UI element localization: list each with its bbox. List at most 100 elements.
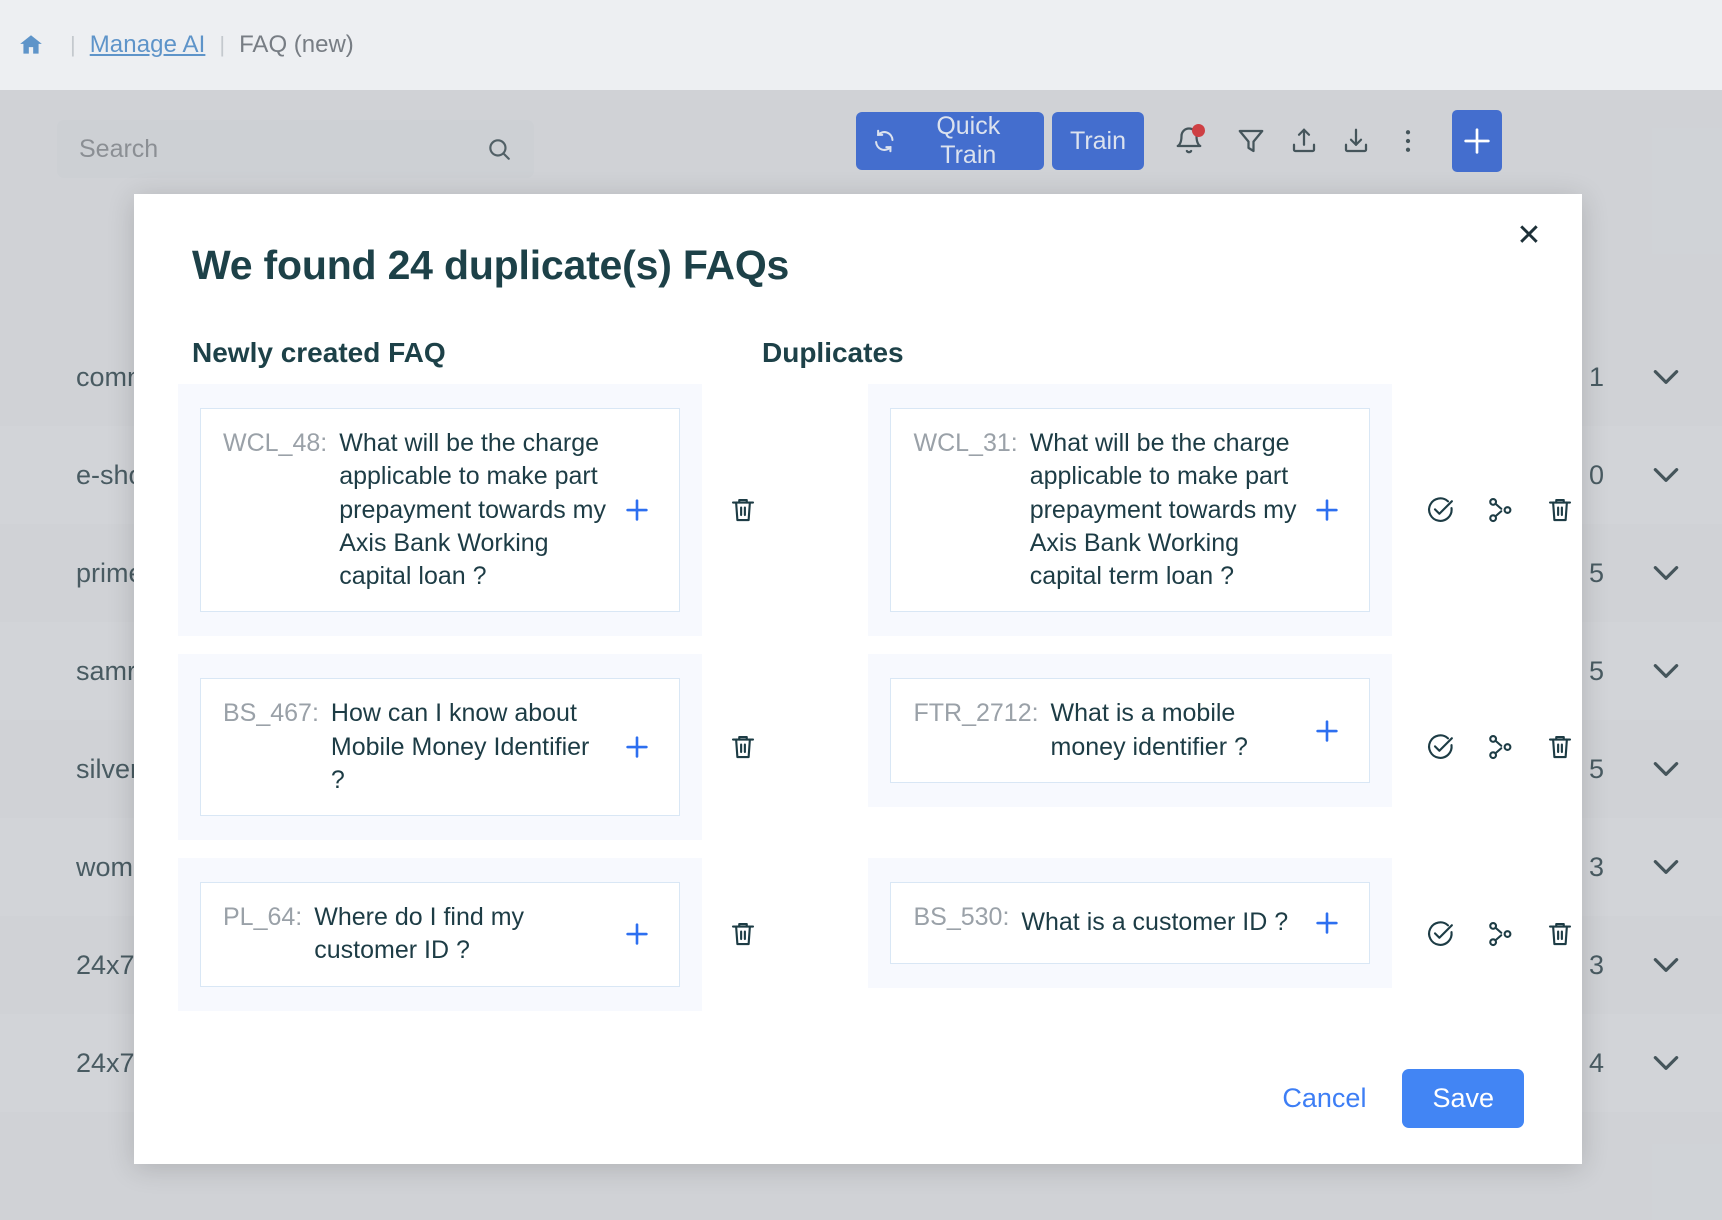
trash-icon[interactable]	[721, 725, 765, 769]
chevron-down-icon[interactable]	[1650, 563, 1682, 583]
breadcrumb-separator-2: |	[219, 32, 226, 57]
duplicate-faq-actions	[1418, 912, 1582, 956]
faq-category-count: 4	[1588, 1047, 1604, 1078]
chevron-down-icon[interactable]	[1650, 1053, 1682, 1073]
duplicate-faq-card: FTR_2712: What is a mobile money identifi…	[868, 654, 1392, 807]
search-placeholder: Search	[79, 134, 159, 163]
search-icon	[486, 136, 512, 162]
check-circle-icon[interactable]	[1418, 912, 1462, 956]
breadcrumb-bar: | Manage AI | FAQ (new)	[0, 0, 1722, 90]
check-circle-icon[interactable]	[1418, 725, 1462, 769]
duplicate-pair-row: PL_64: Where do I find my customer ID ? BS…	[134, 858, 1582, 1011]
download-icon[interactable]	[1327, 112, 1385, 170]
trash-icon[interactable]	[1538, 488, 1582, 532]
new-faq-card: BS_467: How can I know about Mobile Money…	[178, 654, 702, 840]
more-vertical-icon[interactable]	[1379, 112, 1437, 170]
plus-icon[interactable]	[1305, 488, 1349, 532]
new-faq-column-cell: BS_467: How can I know about Mobile Money…	[178, 654, 702, 840]
breadcrumb-link-manage-ai[interactable]: Manage AI	[90, 31, 206, 59]
upload-icon[interactable]	[1275, 112, 1333, 170]
quick-train-label: Quick Train	[936, 112, 1001, 169]
faq-card-inner: BS_530: What is a customer ID ?	[890, 882, 1370, 964]
breadcrumb-separator-1: |	[70, 32, 76, 57]
new-faq-card: WCL_48: What will be the charge applicabl…	[178, 384, 702, 637]
faq-id-label: BS_467:	[223, 699, 319, 728]
faq-card-inner: BS_467: How can I know about Mobile Money…	[200, 678, 680, 816]
app-root: | Manage AI | FAQ (new) Search Quick Tra…	[0, 0, 1722, 1220]
modal-title: We found 24 duplicate(s) FAQs	[192, 242, 790, 288]
trash-icon[interactable]	[721, 488, 765, 532]
trash-icon[interactable]	[721, 912, 765, 956]
chevron-down-icon[interactable]	[1650, 661, 1682, 681]
duplicate-pair-row: BS_467: How can I know about Mobile Money…	[134, 654, 1582, 840]
close-icon[interactable]: ✕	[1506, 212, 1552, 258]
faq-category-row-right: 5	[1589, 754, 1682, 785]
new-faq-column-cell: WCL_48: What will be the charge applicabl…	[178, 384, 702, 637]
modal-footer: Cancel Save	[1260, 1069, 1524, 1128]
plus-icon[interactable]	[1305, 709, 1349, 753]
check-circle-icon[interactable]	[1418, 488, 1462, 532]
faq-category-count: 5	[1588, 655, 1604, 686]
duplicate-faq-actions	[1418, 488, 1582, 532]
faq-card-inner: PL_64: Where do I find my customer ID ?	[200, 882, 680, 987]
new-faq-actions	[702, 384, 785, 636]
column-header-new-faq: Newly created FAQ	[192, 337, 446, 368]
faq-id-label: WCL_31:	[913, 429, 1018, 457]
duplicate-pair-row: WCL_48: What will be the charge applicabl…	[134, 384, 1582, 637]
faq-question-text: What is a customer ID ?	[1021, 908, 1289, 937]
faq-category-row-right: 4	[1589, 1048, 1682, 1079]
trash-icon[interactable]	[1538, 912, 1582, 956]
faq-category-count: 0	[1588, 459, 1604, 490]
merge-branch-icon[interactable]	[1478, 912, 1522, 956]
faq-id-label: WCL_48:	[223, 429, 328, 457]
faq-id-label: BS_530:	[913, 903, 1010, 931]
filter-icon[interactable]	[1222, 112, 1280, 170]
faq-category-row-right: 5	[1589, 558, 1682, 589]
new-faq-column-cell: PL_64: Where do I find my customer ID ?	[178, 858, 702, 1011]
chevron-down-icon[interactable]	[1650, 367, 1682, 387]
new-faq-actions	[702, 858, 785, 1011]
quick-train-button[interactable]: Quick Train	[856, 112, 1044, 170]
faq-category-count: 1	[1588, 361, 1604, 392]
home-icon[interactable]	[14, 28, 48, 62]
column-header-duplicates: Duplicates	[762, 337, 904, 368]
plus-icon	[1464, 128, 1490, 154]
faq-category-row-right: 3	[1589, 852, 1682, 883]
chevron-down-icon[interactable]	[1650, 857, 1682, 877]
faq-category-count: 5	[1588, 753, 1604, 784]
faq-question-text: What is a mobile money identifier ?	[1050, 699, 1248, 761]
plus-icon[interactable]	[615, 725, 659, 769]
faq-question-text: Where do I find my customer ID ?	[314, 903, 525, 965]
chevron-down-icon[interactable]	[1650, 465, 1682, 485]
new-faq-card: PL_64: Where do I find my customer ID ?	[178, 858, 702, 1011]
duplicate-faqs-modal: ✕ We found 24 duplicate(s) FAQs Newly cr…	[134, 194, 1582, 1164]
faq-category-count: 3	[1588, 949, 1604, 980]
duplicate-faq-card: BS_530: What is a customer ID ?	[868, 858, 1392, 988]
duplicate-faq-column-cell: BS_530: What is a customer ID ?	[868, 858, 1392, 988]
plus-icon[interactable]	[615, 488, 659, 532]
train-button[interactable]: Train	[1052, 112, 1144, 170]
train-label: Train	[1069, 126, 1127, 155]
duplicate-faq-column-cell: FTR_2712: What is a mobile money identifi…	[868, 654, 1392, 807]
faq-question-text: What will be the charge applicable to ma…	[339, 429, 606, 590]
faq-category-row-right: 3	[1589, 950, 1682, 981]
search-input[interactable]: Search	[57, 120, 534, 178]
cancel-button[interactable]: Cancel	[1260, 1071, 1388, 1126]
merge-branch-icon[interactable]	[1478, 725, 1522, 769]
duplicate-pairs-list: WCL_48: What will be the charge applicabl…	[134, 384, 1582, 1029]
faq-card-inner: WCL_48: What will be the charge applicabl…	[200, 408, 680, 613]
merge-branch-icon[interactable]	[1478, 488, 1522, 532]
plus-icon[interactable]	[1305, 901, 1349, 945]
faq-category-name: silver	[76, 753, 140, 784]
plus-icon[interactable]	[615, 912, 659, 956]
faq-category-row-right: 0	[1589, 460, 1682, 491]
faq-card-inner: WCL_31: What will be the charge applicabl…	[890, 408, 1370, 613]
trash-icon[interactable]	[1538, 725, 1582, 769]
faq-category-count: 5	[1588, 557, 1604, 588]
add-faq-button[interactable]	[1452, 110, 1502, 172]
chevron-down-icon[interactable]	[1650, 955, 1682, 975]
faq-id-label: FTR_2712:	[913, 699, 1039, 728]
bell-icon[interactable]	[1160, 112, 1218, 170]
save-button[interactable]: Save	[1402, 1069, 1524, 1128]
chevron-down-icon[interactable]	[1650, 759, 1682, 779]
